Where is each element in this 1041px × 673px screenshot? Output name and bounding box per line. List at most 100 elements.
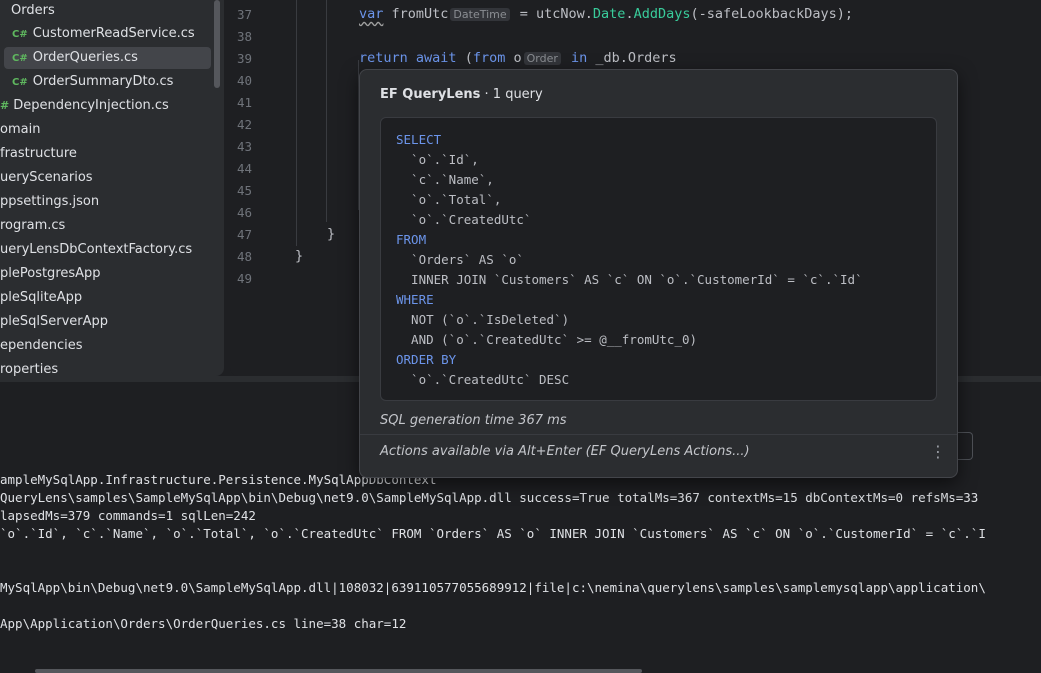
line-number: 40 (236, 73, 252, 88)
line-number: 37 (236, 7, 252, 22)
sql-line: `o`.`CreatedUtc` DESC (396, 372, 570, 387)
sql-line: `o`.`Total`, (396, 192, 502, 207)
line-number: 47 (236, 227, 252, 242)
await-keyword: await (407, 50, 457, 66)
tree-item-sample-postgres-app[interactable]: plePostgresApp (0, 263, 101, 285)
sql-line: `o`.`CreatedUtc` (396, 212, 532, 227)
in-keyword: in (562, 50, 588, 66)
tree-item-domain[interactable]: omain (0, 119, 40, 141)
actions-hint: Actions available via Alt+Enter (EF Quer… (380, 444, 750, 459)
tree-item-sample-sqlite-app[interactable]: pleSqliteApp (0, 287, 82, 309)
console-line: MySqlApp\bin\Debug\net9.0\SampleMySqlApp… (0, 580, 986, 595)
code-token: ( (456, 50, 473, 66)
console-line: `o`.`Id`, `c`.`Name`, `o`.`Total`, `o`.`… (0, 526, 986, 541)
tree-item-infrastructure[interactable]: frastructure (0, 143, 77, 165)
sql-line: `o`.`Id`, (396, 152, 479, 167)
tree-item-label: ueryScenarios (0, 170, 93, 185)
tree-item-label: rogram.cs (0, 218, 66, 233)
line-number: 45 (236, 183, 252, 198)
tree-scrollbar[interactable] (214, 0, 220, 88)
line-number: 49 (236, 271, 252, 286)
console-line: lapsedMs=379 commands=1 sqlLen=242 (0, 508, 256, 523)
sql-line: `Orders` AS `o` (396, 252, 524, 267)
sql-generation-time: SQL generation time 367 ms (380, 413, 567, 428)
code-token: (-safeLookbackDays); (690, 6, 854, 22)
sql-preview[interactable]: SELECT `o`.`Id`, `c`.`Name`, `o`.`Total`… (380, 117, 937, 401)
line-number: 48 (236, 249, 252, 264)
sql-line: ORDER BY (396, 352, 457, 367)
line-number: 43 (236, 139, 252, 154)
popup-title-count: · 1 query (480, 87, 543, 102)
tree-item-label: CustomerReadService.cs (32, 26, 195, 41)
sql-line: INNER JOIN `Customers` AS `c` ON `o`.`Cu… (396, 272, 863, 287)
sql-line: `c`.`Name`, (396, 172, 494, 187)
tree-item-customer-read-service[interactable]: C# CustomerReadService.cs (0, 23, 214, 45)
tree-item-label: plePostgresApp (0, 266, 101, 281)
tree-item-label: Orders (11, 3, 55, 18)
line-number: 38 (236, 29, 252, 44)
code-token: = utcNow. (511, 6, 593, 22)
tree-item-label: OrderSummaryDto.cs (32, 74, 174, 89)
closing-brace: } (295, 248, 304, 264)
closing-brace: } (327, 226, 336, 242)
tree-item-querylens-factory[interactable]: ueryLensDbContextFactory.cs (0, 239, 192, 261)
tree-item-order-summary-dto[interactable]: C# OrderSummaryDto.cs (0, 71, 214, 93)
sql-line: AND (`o`.`CreatedUtc` >= @__fromUtc_0) (396, 332, 698, 347)
return-keyword: return (359, 50, 408, 66)
tree-item-label: ppsettings.json (0, 194, 100, 209)
csharp-file-icon: C# (12, 53, 28, 64)
console-horizontal-scrollbar[interactable] (35, 669, 642, 673)
type-inlay-hint: DateTime (450, 8, 510, 21)
tree-item-order-queries[interactable]: C# OrderQueries.cs (4, 47, 211, 69)
type-inlay-hint: Order (523, 52, 561, 65)
csharp-file-icon: # (0, 99, 10, 112)
tree-item-properties[interactable]: roperties (0, 359, 58, 376)
tree-item-label: pleSqliteApp (0, 290, 83, 305)
code-token: . (625, 6, 634, 22)
line-number: 44 (236, 161, 252, 176)
sql-line: WHERE (396, 292, 434, 307)
tree-item-sample-sqlserver-app[interactable]: pleSqlServerApp (0, 311, 108, 333)
tree-item-dependencies[interactable]: ependencies (0, 335, 83, 357)
sql-line: FROM (396, 232, 427, 247)
code-line-37: var fromUtc DateTime = utcNow.Date.AddDay… (359, 6, 853, 22)
line-number: 46 (236, 205, 252, 220)
console-line: QueryLens\samples\SampleMySqlApp\bin\Deb… (0, 490, 979, 505)
code-token: o (505, 50, 522, 66)
code-token: fromUtc (383, 6, 449, 22)
code-token: _db.Orders (587, 50, 677, 66)
line-number: 41 (236, 95, 252, 110)
tree-item-program[interactable]: rogram.cs (0, 215, 65, 237)
tree-item-dependency-injection[interactable]: # DependencyInjection.cs (0, 95, 214, 117)
var-keyword: var (359, 6, 384, 22)
tree-item-label: ueryLensDbContextFactory.cs (0, 242, 193, 257)
tree-item-label: OrderQueries.cs (32, 50, 138, 65)
sql-line: NOT (`o`.`IsDeleted`) (396, 312, 570, 327)
popup-title: EF QueryLens · 1 query (380, 87, 543, 102)
csharp-file-icon: C# (12, 77, 28, 88)
tree-item-label: pleSqlServerApp (0, 314, 109, 329)
code-token: Date (592, 6, 626, 22)
tree-item-orders-folder[interactable]: Orders (0, 0, 214, 22)
csharp-file-icon: C# (12, 29, 28, 40)
tree-item-label: omain (0, 122, 41, 137)
tree-item-label: DependencyInjection.cs (13, 98, 169, 113)
project-tree: Orders C# CustomerReadService.cs C# OrderQ… (0, 0, 224, 376)
code-line-39: return await (from o Order in _db.Orders (359, 50, 677, 66)
line-number: 42 (236, 117, 252, 132)
tree-item-appsettings[interactable]: ppsettings.json (0, 191, 99, 213)
tree-item-label: ependencies (0, 338, 83, 353)
indent-guide (326, 0, 327, 222)
sql-line: SELECT (396, 132, 442, 147)
from-keyword: from (472, 50, 506, 66)
popup-divider (360, 434, 957, 435)
popup-title-name: EF QueryLens (380, 87, 481, 102)
line-number: 39 (236, 51, 252, 66)
tree-item-label: roperties (0, 362, 59, 376)
tree-item-query-scenarios[interactable]: ueryScenarios (0, 167, 93, 189)
console-line: App\Application\Orders\OrderQueries.cs l… (0, 616, 407, 631)
tree-item-label: frastructure (0, 146, 77, 161)
more-actions-icon[interactable]: ⋮ (930, 442, 946, 461)
querylens-popup: EF QueryLens · 1 query SELECT `o`.`Id`, … (359, 69, 958, 478)
code-token: AddDays (633, 6, 691, 22)
